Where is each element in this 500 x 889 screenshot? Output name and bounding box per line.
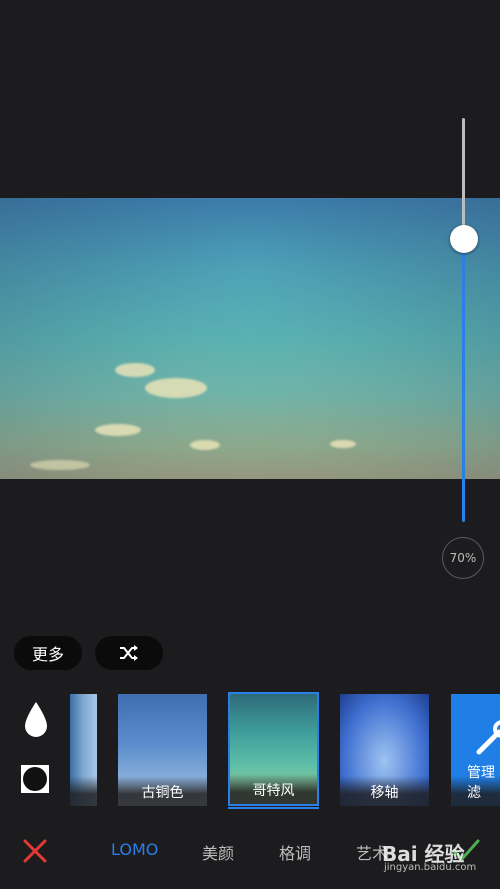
square-frame-icon[interactable]: [20, 764, 50, 794]
cloud: [115, 363, 155, 377]
intensity-slider-track-remaining[interactable]: [462, 118, 465, 240]
filter-thumb-tilt-shift[interactable]: 移轴: [340, 694, 429, 806]
drop-icon[interactable]: [22, 700, 50, 740]
intensity-percent-badge: 70%: [442, 537, 484, 579]
cloud: [95, 424, 141, 436]
filter-label: 哥特风: [230, 774, 317, 804]
filter-label: 管理滤: [451, 765, 500, 806]
tab-lomo[interactable]: LOMO: [111, 840, 158, 859]
intensity-slider-knob[interactable]: [450, 225, 478, 254]
filter-thumb-partial[interactable]: [70, 694, 97, 806]
intensity-slider-track-filled[interactable]: [462, 239, 465, 522]
cloud: [330, 440, 356, 448]
filter-label: 古铜色: [118, 776, 207, 806]
more-button[interactable]: 更多: [14, 636, 82, 670]
cloud: [30, 460, 90, 470]
filter-thumb-manage[interactable]: 管理滤: [451, 694, 500, 806]
shuffle-icon: [120, 645, 138, 661]
wrench-icon: [476, 720, 500, 755]
cloud: [190, 440, 220, 450]
close-icon[interactable]: [22, 838, 48, 864]
selected-filter-indicator: [228, 807, 319, 809]
filter-thumb-bronze[interactable]: 古铜色: [118, 694, 207, 806]
cloud: [145, 378, 207, 398]
photo-preview: [0, 198, 500, 479]
tab-beauty[interactable]: 美颜: [202, 840, 234, 864]
shuffle-button[interactable]: [95, 636, 163, 670]
filter-label: 移轴: [340, 776, 429, 806]
filter-label: [70, 776, 97, 806]
filter-thumb-gothic[interactable]: 哥特风: [228, 692, 319, 806]
tab-style[interactable]: 格调: [279, 840, 311, 864]
watermark-url: jingyan.baidu.com: [384, 862, 477, 873]
